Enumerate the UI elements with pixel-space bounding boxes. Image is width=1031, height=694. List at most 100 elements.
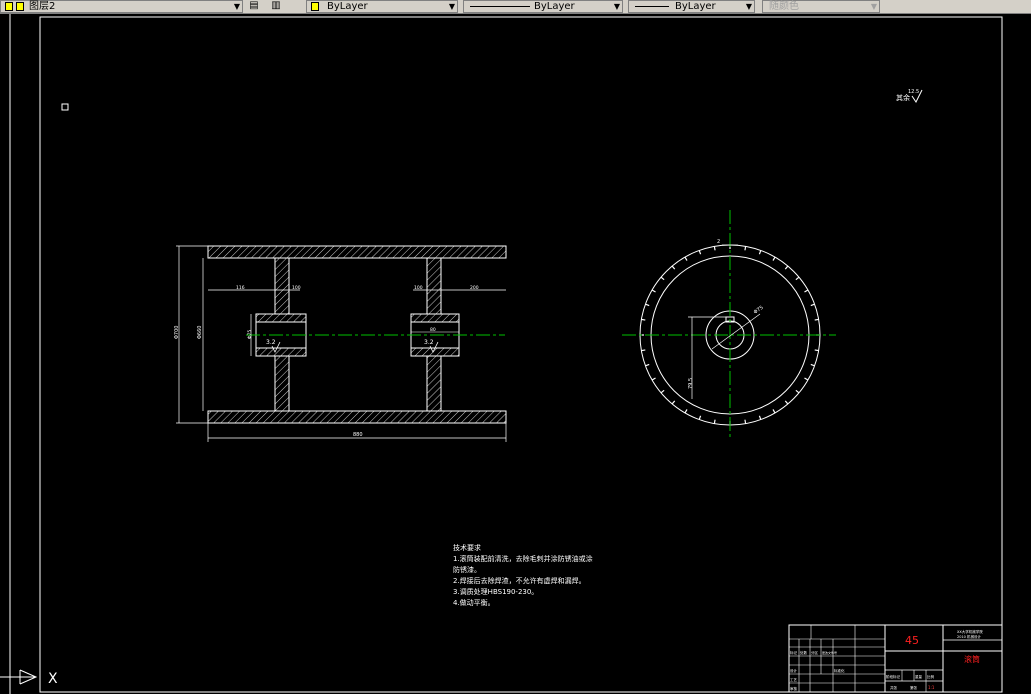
color-value: ByLayer [327,1,368,12]
dim-bore-circle: Φ75 [753,305,765,316]
groove-notch [804,289,809,293]
groove-notch [651,377,656,381]
groove-notch [698,250,702,255]
dim-total-length: 880 [353,432,363,438]
hub-left-bottom-wall [255,347,307,357]
web-plate-left-top [274,257,290,315]
tb-cell-process: 工艺 [790,677,798,682]
tech-note-line-4: 3.调质处理HBS190-230。 [453,587,538,596]
tech-note-line-2: 防锈漆。 [453,565,481,574]
groove-notch [804,377,809,381]
groove-notch [784,400,789,405]
hub-right-bottom-wall [410,347,460,357]
tb-material: 45 [905,634,919,647]
web-plate-right-bottom [426,355,442,412]
linetype-combo[interactable]: ByLayer ▼ [463,0,623,13]
chevron-down-icon[interactable]: ▼ [614,1,620,12]
plotstyle-value: 随颜色 [769,1,799,12]
lineweight-preview [635,6,669,7]
groove-notch [795,389,800,394]
section-view: 3.2 3.2 880 Φ700 Φ660 Φ75 116 100 100 20… [174,245,507,442]
groove-notch [814,318,819,321]
dim-right-offset: 200 [470,285,479,291]
groove-notch [684,409,688,414]
hub-left-top-wall [255,313,307,323]
grip-marker[interactable] [61,103,69,111]
tech-note-line-1: 1.滚筒装配前清洗，去除毛刺并涂防锈油或涂 [453,554,593,563]
color-swatch-icon [311,2,319,11]
groove-notch [772,409,776,414]
layer-combo[interactable]: 图层2 ▼ [0,0,243,13]
groove-notch [810,363,815,367]
tb-scale-value: 1:1 [928,685,935,690]
make-layer-current-icon[interactable]: ▤ [246,0,262,13]
roughness-left-value: 3.2 [266,339,276,346]
lineweight-combo[interactable]: ByLayer ▼ [628,0,755,13]
groove-notch [758,250,762,255]
drawing-canvas[interactable]: 其余 12.5 3.2 3.2 880 Φ700 Φ660 Φ75 116 10… [0,14,1031,694]
roughness-note-value: 12.5 [908,89,919,95]
tech-note-line-5: 4.做动平衡。 [453,598,495,607]
dim-inner-dia: Φ660 [197,326,203,339]
linetype-preview [470,6,530,7]
tb-cell-stage: 阶段标记 [886,674,900,679]
tb-cell-sheets: 共张 [890,685,898,690]
dim-outer-dia: Φ700 [174,326,180,339]
groove-notch [684,256,688,261]
tb-cell-count: 处数 [800,650,808,655]
shell-top [207,245,507,259]
layer-name: 图层2 [29,1,56,12]
dim-key-width: 2 [717,239,720,245]
groove-notch [660,389,665,394]
tb-cell-scale: 比例 [927,674,935,679]
tech-notes: 技术要求 1.滚筒装配前清洗，去除毛刺并涂防锈油或涂 防锈漆。 2.焊接后去除焊… [453,543,593,607]
tb-cell-change-no: 更改文件号 [822,650,837,655]
dim-key-depth: 79.5 [688,378,694,389]
layer-on-icon [5,2,13,11]
web-plate-left-bottom [274,355,290,412]
groove-notch [784,265,789,270]
dim-hub-len: 80 [430,327,436,333]
chevron-down-icon[interactable]: ▼ [449,1,455,12]
groove-notch [814,349,819,352]
tb-cell-standard: 标准化 [834,668,845,673]
linetype-value: ByLayer [534,1,575,12]
ucs-x-label: X [48,671,58,687]
roughness-right-value: 3.2 [424,339,434,346]
groove-notch [671,265,676,270]
chevron-down-icon[interactable]: ▼ [746,1,752,12]
groove-notch [671,400,676,405]
groove-notch [758,415,762,420]
groove-notch [641,349,646,352]
layer-color-icon [16,2,24,11]
tb-cell-zone: 分区 [811,650,819,655]
object-properties-toolbar: 图层2 ▼ ▤ ▥ ByLayer ▼ ByLayer ▼ ByLayer ▼ … [0,0,1031,14]
dim-left-offset: 116 [236,285,245,291]
groove-notch [698,415,702,420]
tb-cell-review: 审核 [790,686,798,691]
chevron-down-icon[interactable]: ▼ [234,1,240,12]
tb-part-name: 滚筒 [964,654,980,664]
groove-notch [713,419,716,424]
groove-notch [645,363,650,367]
groove-notch [744,246,747,251]
plotstyle-combo[interactable]: 随颜色 ▼ [762,0,880,13]
web-plate-right-top [426,257,442,315]
groove-notch [651,289,656,293]
hub-right-top-wall [410,313,460,323]
tb-drawing-no: 2010 机械设计 [957,634,982,639]
dim-hub-bore: Φ75 [247,330,253,339]
groove-notch [645,303,650,307]
chevron-down-icon[interactable]: ▼ [871,1,877,12]
color-combo[interactable]: ByLayer ▼ [306,0,458,13]
groove-notch [810,303,815,307]
groove-notch [713,246,716,251]
end-view: 2 Φ75 79.5 [622,210,836,438]
tb-cell-weight: 重量 [915,674,923,679]
ucs-icon: X [0,669,58,687]
tb-cell-mark: 标记 [790,650,798,655]
layer-previous-icon[interactable]: ▥ [268,0,284,13]
groove-notch [772,256,776,261]
groove-notch [660,276,665,281]
shell-bottom [207,410,507,424]
